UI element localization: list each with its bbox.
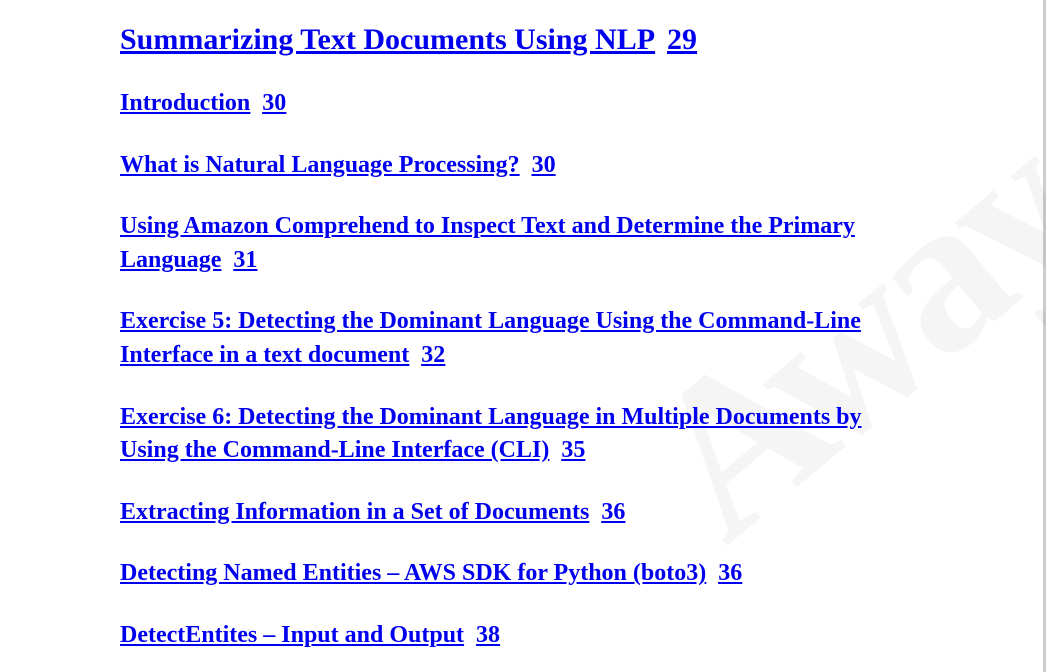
entry-page: 38 bbox=[476, 622, 500, 648]
entry-page: 31 bbox=[233, 247, 257, 273]
toc-entry[interactable]: Extracting Information in a Set of Docum… bbox=[120, 496, 923, 530]
entry-title: Exercise 5: Detecting the Dominant Langu… bbox=[120, 308, 861, 368]
entry-page: 36 bbox=[601, 499, 625, 525]
entry-title: Extracting Information in a Set of Docum… bbox=[120, 499, 589, 525]
toc-content: Summarizing Text Documents Using NLP 29 I… bbox=[0, 0, 1043, 653]
entry-page: 36 bbox=[718, 560, 742, 586]
toc-entry[interactable]: Introduction 30 bbox=[120, 87, 923, 121]
entry-page: 32 bbox=[421, 342, 445, 368]
toc-entry[interactable]: Using Amazon Comprehend to Inspect Text … bbox=[120, 210, 923, 277]
entry-title: Introduction bbox=[120, 90, 250, 116]
toc-chapter-title[interactable]: Summarizing Text Documents Using NLP 29 bbox=[120, 20, 923, 59]
entry-page: 30 bbox=[532, 152, 556, 178]
toc-entry[interactable]: Detecting Named Entities – AWS SDK for P… bbox=[120, 557, 923, 591]
entry-title: Detecting Named Entities – AWS SDK for P… bbox=[120, 560, 706, 586]
toc-entry[interactable]: Exercise 6: Detecting the Dominant Langu… bbox=[120, 401, 923, 468]
entry-page: 35 bbox=[561, 437, 585, 463]
toc-entry[interactable]: Exercise 5: Detecting the Dominant Langu… bbox=[120, 305, 923, 372]
entry-title: Exercise 6: Detecting the Dominant Langu… bbox=[120, 404, 862, 464]
entry-title: Using Amazon Comprehend to Inspect Text … bbox=[120, 213, 855, 273]
chapter-title-text: Summarizing Text Documents Using NLP bbox=[120, 23, 655, 56]
toc-entry[interactable]: What is Natural Language Processing? 30 bbox=[120, 149, 923, 183]
entry-title: DetectEntites – Input and Output bbox=[120, 622, 464, 648]
entry-page: 30 bbox=[262, 90, 286, 116]
toc-entry[interactable]: DetectEntites – Input and Output 38 bbox=[120, 619, 923, 653]
chapter-page: 29 bbox=[667, 23, 697, 56]
entry-title: What is Natural Language Processing? bbox=[120, 152, 520, 178]
